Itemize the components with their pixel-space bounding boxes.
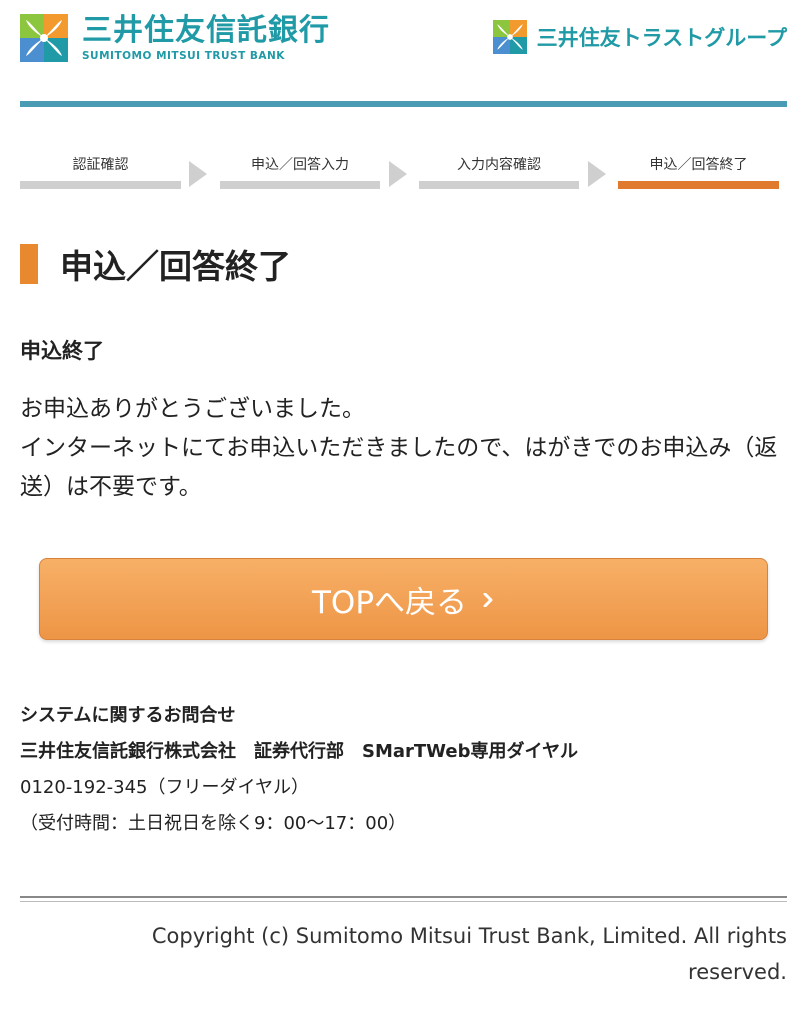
contact-heading: システムに関するお問合せ (20, 705, 236, 726)
page-title: 申込／回答終了 (60, 247, 291, 286)
chevron-right-icon (483, 593, 493, 607)
contact-hours: （受付時間：土日祝日を除く9：00〜17：00） (20, 813, 407, 834)
step-bar (220, 181, 380, 189)
step-label: 入力内容確認 (457, 157, 541, 173)
step-application-complete: 申込／回答終了 (618, 148, 779, 192)
bank-name-en: SUMITOMO MITSUI TRUST BANK (82, 50, 285, 62)
message-line-2: インターネットにてお申込いただきましたので、はがきでのお申込み（返送）は不要です… (20, 435, 778, 500)
footer-divider (20, 896, 787, 898)
footer-divider-thin (20, 901, 787, 902)
step-label: 申込／回答入力 (251, 157, 349, 173)
group-logo[interactable]: 三井住友トラストグループ (492, 20, 787, 54)
message-line-1: お申込ありがとうございました。 (20, 396, 365, 422)
step-arrow-icon (389, 161, 407, 187)
header-divider (20, 101, 787, 107)
step-input-confirm: 入力内容確認 (419, 148, 579, 192)
step-bar (20, 181, 181, 189)
step-bar (419, 181, 579, 189)
bank-logo[interactable]: 三井住友信託銀行 SUMITOMO MITSUI TRUST BANK (20, 14, 330, 62)
header: 三井住友信託銀行 SUMITOMO MITSUI TRUST BANK 三井住友… (0, 0, 807, 100)
group-name: 三井住友トラストグループ (536, 26, 787, 50)
step-label: 申込／回答終了 (649, 157, 748, 173)
copyright: Copyright (c) Sumitomo Mitsui Trust Bank… (151, 924, 787, 984)
step-arrow-icon (588, 161, 606, 187)
step-auth-confirm: 認証確認 (20, 148, 181, 192)
contact-phone[interactable]: 0120-192-345（フリーダイヤル） (20, 773, 309, 799)
bank-logo-text: 三井住友信託銀行 SUMITOMO MITSUI TRUST BANK (82, 13, 330, 63)
step-bar (618, 181, 779, 189)
step-label: 認証確認 (72, 157, 129, 173)
title-marker (20, 244, 38, 284)
section-heading: 申込終了 (20, 339, 104, 363)
back-to-top-button[interactable]: TOPへ戻る (39, 558, 768, 640)
bank-name-jp: 三井住友信託銀行 (82, 13, 330, 48)
step-arrow-icon (189, 161, 207, 187)
bank-logo-mark-icon (20, 14, 68, 62)
page-title-block: 申込／回答終了 (20, 243, 291, 286)
back-to-top-label: TOPへ戻る (311, 584, 468, 621)
page: 三井住友信託銀行 SUMITOMO MITSUI TRUST BANK 三井住友… (0, 0, 807, 1024)
step-application-input: 申込／回答入力 (220, 148, 380, 192)
completion-message: お申込ありがとうございました。 インターネットにてお申込いただきましたので、はが… (20, 390, 790, 507)
contact-company: 三井住友信託銀行株式会社 証券代行部 SMarTWeb専用ダイヤル (20, 741, 578, 762)
progress-steps: 認証確認 申込／回答入力 入力内容確認 申込／回答終了 (20, 148, 780, 192)
group-logo-mark-icon (492, 20, 527, 54)
